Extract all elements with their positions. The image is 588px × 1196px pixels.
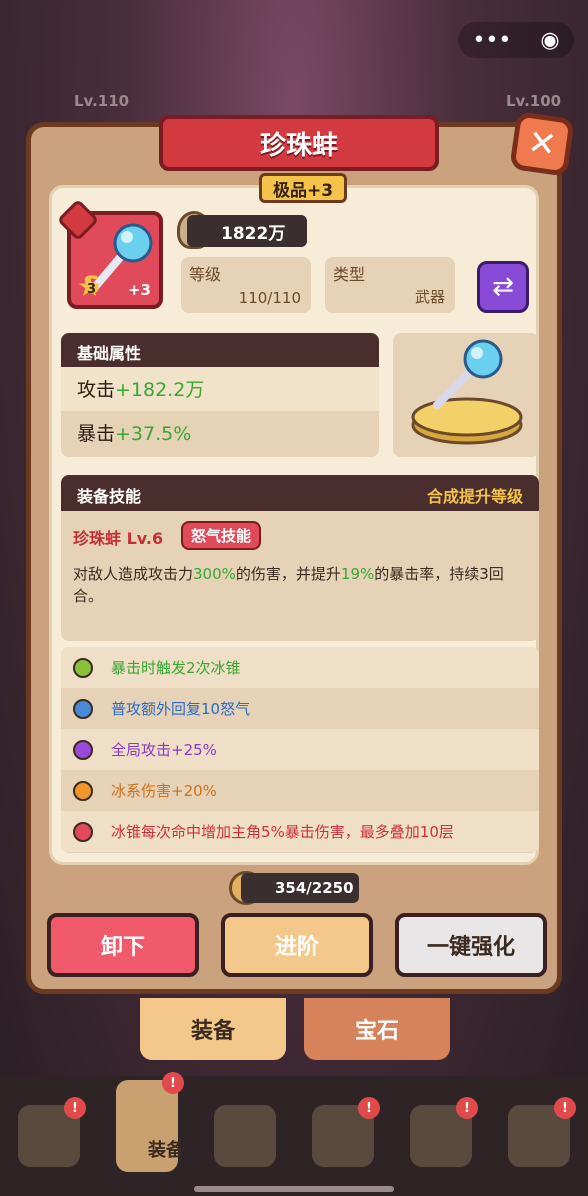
close-icon: ✕ [525, 122, 559, 166]
combat-power: 1822万 [187, 215, 307, 247]
level-box: 等级 110/110 [181, 257, 311, 313]
alert-badge: ! [554, 1097, 576, 1119]
type-value: 武器 [414, 288, 445, 306]
level-value: 110/110 [238, 289, 301, 307]
auto-enhance-button[interactable]: 一键强化 [395, 913, 547, 977]
skill-header: 装备技能 合成提升等级 [61, 475, 539, 511]
effect-text: 普攻额外回复10怒气 [111, 700, 251, 718]
mini-program-capsule: ••• ◉ [458, 22, 574, 58]
star-count: 3 [87, 282, 97, 297]
level-label: 等级 [189, 265, 222, 284]
skill-name: 珍珠蚌 Lv.6 [73, 529, 164, 548]
nav-upgrade-icon[interactable]: ! [312, 1097, 380, 1167]
background-level-left: Lv.110 [74, 92, 130, 110]
effects-list: 暴击时触发2次冰锥 普攻额外回复10怒气 全局攻击+25% 冰系伤害+20% 冰… [61, 647, 539, 853]
effect-dot-icon [73, 739, 93, 760]
background-level-right: Lv.100 [506, 92, 562, 110]
attribute-row-crit: 暴击+37.5% [61, 411, 379, 455]
skill-desc-text: 对敌人造成攻击力 [73, 565, 194, 583]
more-menu-icon[interactable]: ••• [472, 28, 511, 53]
advance-button[interactable]: 进阶 [221, 913, 373, 977]
attribute-name: 攻击 [77, 379, 116, 401]
swap-button[interactable]: ⇄ [477, 261, 529, 313]
effect-dot-icon [73, 780, 93, 801]
tab-gem[interactable]: 宝石 [304, 998, 450, 1060]
effect-text: 暴击时触发2次冰锥 [111, 659, 241, 677]
item-detail-dialog: 珍珠蚌 极品+3 ✕ S ★ 3 +3 1822万 等级 110/110 类型 … [26, 111, 575, 994]
effect-text: 全局攻击+25% [111, 741, 217, 759]
material-progress: 354/2250 [241, 873, 359, 903]
nav-battle-icon[interactable] [214, 1105, 276, 1167]
attribute-name: 暴击 [77, 423, 116, 445]
item-name-title: 珍珠蚌 [159, 115, 439, 171]
alert-badge: ! [162, 1072, 184, 1094]
bottom-navigation: ! ! ! ! ! [0, 1072, 588, 1196]
type-box: 类型 武器 [325, 257, 455, 313]
skill-damage-value: 300% [193, 565, 236, 583]
skill-upgrade-hint: 合成提升等级 [426, 487, 523, 506]
attribute-value: +182.2万 [115, 379, 205, 401]
close-button[interactable]: ✕ [509, 111, 575, 177]
effect-dot-icon [73, 698, 93, 719]
item-icon: S ★ 3 +3 [56, 198, 163, 309]
attribute-value: +37.5% [115, 423, 192, 445]
pearl-wand-model-icon [411, 339, 523, 445]
swap-icon: ⇄ [492, 272, 514, 302]
effect-row: 普攻额外回复10怒气 [61, 688, 539, 729]
type-label: 类型 [333, 265, 366, 284]
tab-equipment[interactable]: 装备 [140, 998, 286, 1060]
skill-crit-value: 19% [340, 565, 375, 583]
skill-header-title: 装备技能 [77, 487, 142, 506]
skill-description: 对敌人造成攻击力300%的伤害，并提升19%的暴击率，持续3回合。 [73, 563, 527, 607]
effect-row: 冰系伤害+20% [61, 770, 539, 811]
weapon-preview [393, 333, 539, 457]
nav-chest-icon[interactable]: ! [18, 1097, 86, 1167]
effect-text: 冰锥每次命中增加主角5%暴击伤害，最多叠加10层 [111, 823, 454, 841]
attribute-row-attack: 攻击+182.2万 [61, 367, 379, 411]
base-attributes-header: 基础属性 [61, 333, 379, 367]
close-record-icon[interactable]: ◉ [540, 28, 559, 53]
base-attributes-panel: 基础属性 攻击+182.2万 暴击+37.5% [61, 333, 379, 457]
effect-text: 冰系伤害+20% [111, 782, 217, 800]
effect-row: 暴击时触发2次冰锥 [61, 647, 539, 688]
nav-equipment-label: 装备 [148, 1140, 184, 1161]
effect-dot-icon [73, 821, 93, 842]
effect-dot-icon [73, 657, 93, 678]
alert-badge: ! [456, 1097, 478, 1119]
nav-shop-icon[interactable]: ! [508, 1097, 576, 1167]
effect-row: 冰锥每次命中增加主角5%暴击伤害，最多叠加10层 [61, 811, 539, 852]
skill-desc-text: 的伤害，并提升 [235, 565, 341, 583]
unequip-button[interactable]: 卸下 [47, 913, 199, 977]
nav-treasure-icon[interactable]: ! [410, 1097, 478, 1167]
home-indicator [194, 1186, 394, 1192]
grade-badge: 极品+3 [259, 173, 347, 203]
enhance-level: +3 [127, 281, 151, 299]
equipment-skill-panel: 装备技能 合成提升等级 珍珠蚌 Lv.6 怒气技能 对敌人造成攻击力300%的伤… [61, 475, 539, 641]
alert-badge: ! [64, 1097, 86, 1119]
alert-badge: ! [358, 1097, 380, 1119]
effect-row: 全局攻击+25% [61, 729, 539, 770]
rage-skill-tag: 怒气技能 [181, 521, 262, 550]
